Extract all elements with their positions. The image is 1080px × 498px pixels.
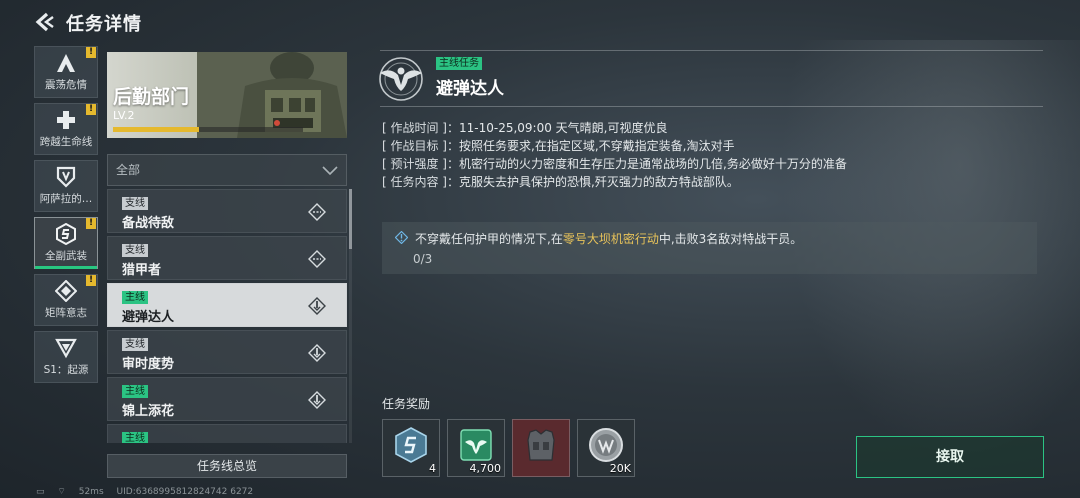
- side-tab-label: 震荡危情: [45, 79, 87, 91]
- task-type-tag: 主线: [122, 291, 148, 304]
- chevron-down-icon: [322, 166, 338, 176]
- task-list-item-selected[interactable]: 主线 避弹达人: [107, 283, 347, 327]
- silver-coin-icon: [589, 428, 623, 462]
- task-list: 支线 备战待敌 支线 猎甲者 主线 避弹达人 支线 审时度势 主线 锦上添花 主…: [107, 189, 347, 443]
- department-level: LV.2: [113, 109, 135, 122]
- locked-diamond-icon: [308, 250, 326, 268]
- available-diamond-icon: [308, 391, 326, 409]
- info-row-intensity: [ 预计强度 ]：机密行动的火力密度和生存压力是通常战场的几倍,务必做好十万分的…: [382, 157, 847, 171]
- reward-slot[interactable]: [512, 419, 570, 477]
- side-tab-label: S1：起源: [43, 364, 89, 376]
- reward-quantity: 20K: [609, 462, 631, 475]
- task-name: 避弹达人: [122, 310, 175, 325]
- battery-icon: ▭: [36, 487, 45, 497]
- task-type-tag: 主线: [122, 432, 148, 443]
- green-emblem-icon: [460, 429, 492, 461]
- task-list-scrollbar[interactable]: [349, 189, 352, 443]
- side-tab-label: 全副武装: [45, 250, 87, 262]
- alert-badge-icon: !: [86, 47, 96, 58]
- shield-v-icon: [56, 166, 76, 188]
- task-list-item[interactable]: 主线: [107, 424, 347, 443]
- task-type-tag: 支线: [122, 197, 148, 210]
- department-name: 后勤部门: [113, 86, 190, 108]
- task-filter-dropdown[interactable]: 全部: [107, 154, 347, 186]
- task-list-item[interactable]: 主线 锦上添花: [107, 377, 347, 421]
- task-name: 备战待敌: [122, 216, 175, 231]
- vest-icon: [527, 429, 555, 461]
- chevron-v-icon: [55, 338, 77, 359]
- task-type-tag: 主线任务: [436, 57, 482, 70]
- divider: [380, 106, 1043, 107]
- alert-badge-icon: !: [86, 275, 96, 286]
- side-tab-label: 矩阵意志: [45, 307, 87, 319]
- task-list-item[interactable]: 支线 审时度势: [107, 330, 347, 374]
- task-objective: 不穿戴任何护甲的情况下,在零号大坝机密行动中,击败3名敌对特战干员。 0/3: [382, 222, 1037, 274]
- department-card[interactable]: 后勤部门 LV.2: [107, 52, 347, 138]
- locked-diamond-icon: [308, 203, 326, 221]
- task-line-overview-button[interactable]: 任务线总览: [107, 454, 347, 478]
- armor-s-icon: [56, 223, 76, 245]
- back-arrow-icon[interactable]: [34, 12, 56, 32]
- alert-badge-icon: !: [86, 104, 96, 115]
- reward-quantity: 4: [429, 462, 436, 475]
- task-info: [ 作战时间 ]：11-10-25,09:00 天气晴朗,可视度优良 [ 作战目…: [382, 119, 847, 191]
- divider: [380, 50, 1043, 51]
- ping-value: 52ms: [78, 487, 104, 497]
- reward-slot[interactable]: 20K: [577, 419, 635, 477]
- side-tab-label: 跨越生命线: [39, 136, 93, 148]
- objective-progress: 0/3: [413, 252, 433, 266]
- side-tab-4[interactable]: 矩阵意志 !: [34, 274, 98, 326]
- info-row-goal: [ 作战目标 ]：按照任务要求,在指定区域,不穿戴指定装备,淘汰对手: [382, 139, 735, 153]
- info-row-content: [ 任务内容 ]：克服失去护具保护的恐惧,歼灭强力的敌方特战部队。: [382, 175, 739, 189]
- task-name: 审时度势: [122, 357, 175, 372]
- scrollbar-thumb[interactable]: [349, 189, 352, 249]
- reward-slot[interactable]: 4: [382, 419, 440, 477]
- page-title: 任务详情: [66, 14, 142, 35]
- wifi-icon: ⌔: [57, 487, 66, 497]
- side-tab-list: 震荡危情 ! 跨越生命线 ! 阿萨拉的… 全副武装 ! 矩阵意志 ! S1：起源: [34, 46, 98, 388]
- triangle-a-icon: [57, 54, 75, 72]
- info-row-time: [ 作战时间 ]：11-10-25,09:00 天气晴朗,可视度优良: [382, 121, 668, 135]
- task-type-tag: 支线: [122, 338, 148, 351]
- rewards-label: 任务奖励: [382, 397, 431, 411]
- side-tab-3-active[interactable]: 全副武装 !: [34, 217, 98, 269]
- objective-location: 零号大坝机密行动: [562, 232, 659, 246]
- diamond-matrix-icon: [55, 280, 77, 302]
- reward-quantity: 4,700: [469, 462, 502, 475]
- available-diamond-icon: [308, 297, 326, 315]
- objective-text: 不穿戴任何护甲的情况下,在零号大坝机密行动中,击败3名敌对特战干员。: [415, 232, 803, 246]
- accept-task-button[interactable]: 接取: [856, 436, 1044, 478]
- user-uid: UID:6368995812824742 6272: [116, 487, 254, 497]
- task-type-tag: 支线: [122, 244, 148, 257]
- side-tab-5[interactable]: S1：起源: [34, 331, 98, 383]
- level-progress-fill: [113, 127, 199, 132]
- task-title: 避弹达人: [436, 79, 504, 99]
- task-list-item[interactable]: 支线 备战待敌: [107, 189, 347, 233]
- available-diamond-icon: [308, 344, 326, 362]
- soldier-portrait-icon: [197, 52, 347, 138]
- side-tab-2[interactable]: 阿萨拉的…: [34, 160, 98, 212]
- alert-badge-icon: !: [86, 218, 96, 229]
- status-bar: ▭ ⌔ 52ms UID:6368995812824742 6272: [36, 486, 263, 497]
- side-tab-0[interactable]: 震荡危情 !: [34, 46, 98, 98]
- task-list-item[interactable]: 支线 猎甲者: [107, 236, 347, 280]
- task-type-tag: 主线: [122, 385, 148, 398]
- task-name: 猎甲者: [122, 263, 162, 278]
- task-name: 锦上添花: [122, 404, 175, 419]
- eagle-emblem-icon: [379, 57, 423, 101]
- filter-selected-value: 全部: [116, 163, 141, 177]
- side-tab-1[interactable]: 跨越生命线 !: [34, 103, 98, 155]
- top-bar: 任务详情: [0, 0, 1080, 44]
- side-tab-label: 阿萨拉的…: [39, 193, 93, 205]
- info-diamond-icon: [395, 231, 408, 244]
- hex-badge-icon: [395, 427, 427, 463]
- plus-cross-icon: [57, 111, 75, 129]
- level-progress-bar: [113, 127, 303, 132]
- reward-slot[interactable]: 4,700: [447, 419, 505, 477]
